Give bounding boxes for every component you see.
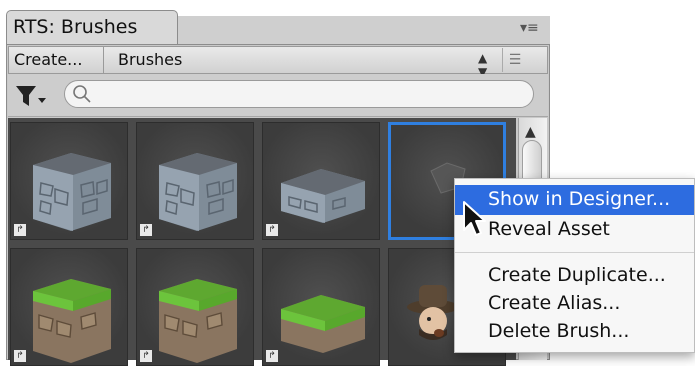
alias-icon: ↱	[14, 350, 26, 362]
mouse-cursor-icon	[463, 201, 486, 236]
arrow-up-icon[interactable]: ▲	[525, 124, 536, 140]
brush-tile[interactable]: ↱	[262, 248, 380, 366]
grass-block-thumbnail	[159, 279, 237, 363]
menu-separator	[455, 252, 694, 253]
panel-title: RTS: Brushes	[13, 16, 138, 38]
stone-block-thumbnail	[159, 153, 237, 231]
brush-tile[interactable]: ↱	[10, 122, 128, 240]
alias-icon: ↱	[140, 350, 152, 362]
search-input[interactable]	[64, 80, 534, 108]
category-dropdown-value: Brushes	[118, 50, 183, 69]
grass-block-thumbnail	[33, 279, 111, 363]
context-menu: Show in Designer... Reveal Asset Create …	[454, 178, 695, 353]
menu-item-label: Create Duplicate...	[488, 264, 666, 286]
menu-item-show-in-designer[interactable]: Show in Designer...	[455, 185, 694, 215]
alias-icon: ↱	[266, 350, 278, 362]
menu-icon[interactable]: ▾≡	[520, 20, 539, 36]
create-button[interactable]: Create...	[8, 46, 104, 74]
menu-item-label: Show in Designer...	[488, 188, 671, 210]
menu-item-label: Delete Brush...	[488, 320, 630, 342]
alias-icon: ↱	[266, 224, 278, 236]
grass-slab-thumbnail	[281, 295, 365, 353]
brush-tile[interactable]: ↱	[10, 248, 128, 366]
search-icon	[73, 85, 91, 103]
alias-icon: ↱	[140, 224, 152, 236]
menu-item-label: Reveal Asset	[488, 218, 610, 240]
create-button-label: Create...	[14, 50, 83, 69]
menu-item-reveal-asset[interactable]: Reveal Asset	[455, 215, 694, 245]
category-dropdown[interactable]: Brushes	[110, 46, 500, 74]
alias-icon: ↱	[14, 224, 26, 236]
menu-item-create-duplicate[interactable]: Create Duplicate...	[455, 261, 694, 291]
list-view-icon[interactable]: ☰	[502, 48, 527, 72]
menu-item-delete-brush[interactable]: Delete Brush...	[455, 317, 694, 347]
menu-item-create-alias[interactable]: Create Alias...	[455, 289, 694, 319]
stone-block-thumbnail	[33, 153, 111, 231]
tab-bar	[178, 16, 550, 45]
menu-item-label: Create Alias...	[488, 292, 621, 314]
panel-tab[interactable]: RTS: Brushes	[6, 10, 178, 44]
stone-slab-thumbnail	[281, 169, 365, 223]
filter-icon[interactable]	[14, 82, 48, 110]
brush-tile[interactable]: ↱	[136, 248, 254, 366]
brush-tile[interactable]: ↱	[262, 122, 380, 240]
brush-tile[interactable]: ↱	[136, 122, 254, 240]
